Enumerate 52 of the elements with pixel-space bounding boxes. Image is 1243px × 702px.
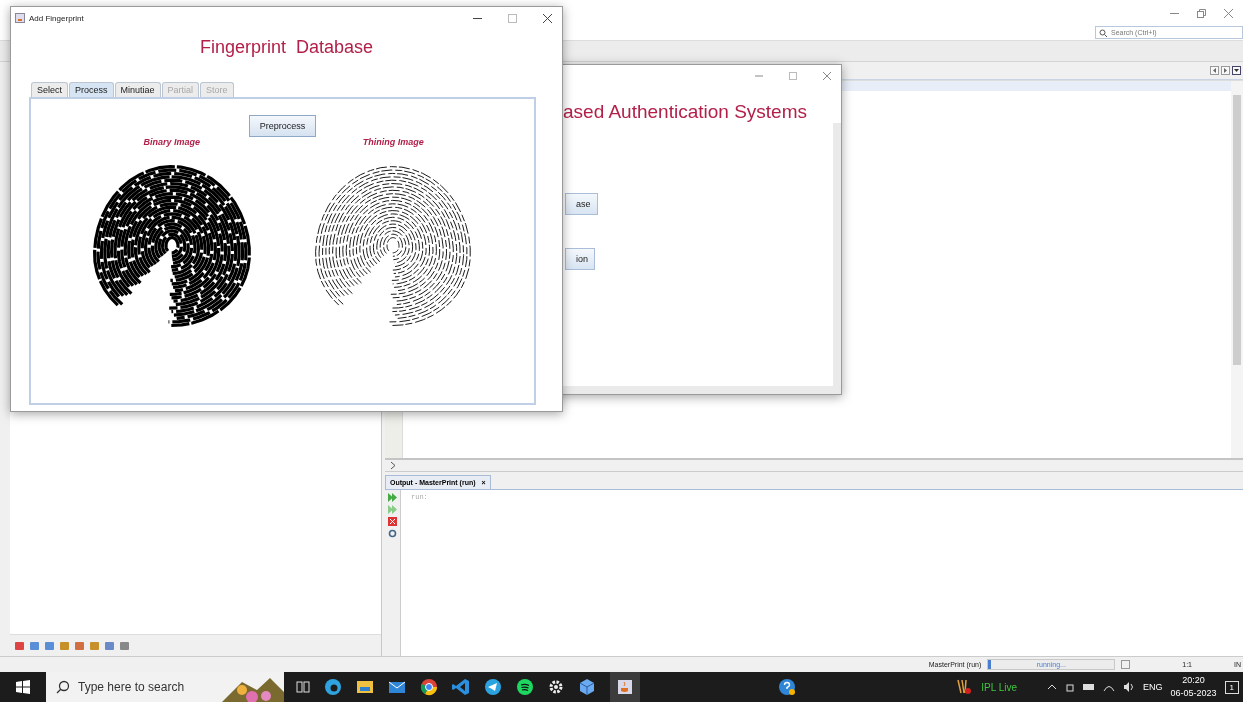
code-editor-icon[interactable]: [452, 678, 470, 696]
help-icon[interactable]: [778, 678, 796, 696]
tab[interactable]: Minutiae: [114, 82, 161, 97]
widget-label[interactable]: IPL Live: [981, 681, 1017, 693]
clock[interactable]: 20:20 06-05-2023: [1170, 674, 1217, 700]
close-icon[interactable]: [543, 13, 552, 23]
coffee-cup-icon: [616, 678, 634, 696]
java-app-button[interactable]: [610, 672, 640, 702]
tab[interactable]: Select: [31, 82, 68, 97]
left-arrow-icon[interactable]: [1210, 66, 1219, 75]
window-title: Add Fingerprint: [29, 13, 84, 23]
image-caption: Binary Image: [143, 137, 200, 147]
scrollbar[interactable]: [1231, 81, 1243, 458]
folder-icon[interactable]: [356, 678, 374, 696]
window-heading: Fingerprint Database: [198, 36, 375, 58]
cricket-icon[interactable]: [955, 678, 974, 696]
right-arrow-icon[interactable]: [1221, 66, 1230, 75]
image-caption: Thining Image: [362, 137, 424, 147]
restore-icon[interactable]: [1197, 8, 1206, 18]
rerun-icon[interactable]: [388, 493, 397, 502]
search-placeholder: Type here to search: [78, 680, 185, 694]
notification-count[interactable]: 1: [1224, 680, 1239, 694]
toolbar-icon[interactable]: [119, 640, 130, 651]
music-icon[interactable]: [516, 678, 534, 696]
toolbar-icon[interactable]: [14, 640, 25, 651]
browser-icon[interactable]: [324, 678, 342, 696]
language-indicator[interactable]: ENG: [1143, 682, 1163, 692]
toolbar-icon[interactable]: [104, 640, 115, 651]
search-icon: [1099, 28, 1108, 37]
taskbar-search[interactable]: Type here to search: [46, 672, 284, 702]
preprocess-button[interactable]: Preprocess: [248, 115, 317, 137]
search-icon: [56, 680, 70, 694]
volume-icon[interactable]: [1123, 682, 1135, 692]
menu-button[interactable]: ion: [565, 248, 595, 270]
battery-icon[interactable]: [1083, 682, 1095, 692]
chevron-up-icon[interactable]: [1047, 682, 1057, 692]
task-view-icon[interactable]: [296, 680, 310, 694]
app-icon: [15, 13, 25, 23]
windows-icon: [16, 680, 30, 694]
network-icon[interactable]: [1065, 682, 1075, 692]
window-heading: ased Authentication Systems: [562, 100, 808, 123]
toolbar-icon[interactable]: [74, 640, 85, 651]
toolbar-icon[interactable]: [44, 640, 55, 651]
toolbar-icon[interactable]: [29, 640, 40, 651]
chevron-icon[interactable]: [389, 461, 397, 470]
telegram-icon[interactable]: [484, 678, 502, 696]
dropdown-icon[interactable]: [1232, 66, 1241, 75]
menu-button[interactable]: ase: [565, 193, 598, 215]
browser-icon[interactable]: [420, 678, 438, 696]
cube-icon[interactable]: [578, 678, 596, 696]
stop-icon[interactable]: [388, 517, 397, 526]
tab[interactable]: Process: [69, 82, 114, 97]
